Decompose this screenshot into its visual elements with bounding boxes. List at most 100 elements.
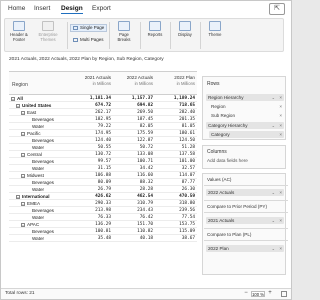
table-row[interactable]: – Pacific 174.95 175.59 180.61 [9,130,197,137]
column-header[interactable]: 2022 Actuals in Millions [113,75,153,86]
values-field-2022-plan[interactable]: 2022 Plan ⌄ × [206,245,284,252]
table-row[interactable]: Beverages 124.40 122.87 124.50 [9,137,197,144]
collapse-toggle-icon[interactable]: – [21,110,25,115]
collapse-toggle-icon[interactable]: – [21,201,25,206]
table-row[interactable]: – Midwest 106.88 116.60 114.07 [9,172,197,179]
rows-field-category-hierarchy[interactable]: Category Hierarchy ⌄ × [206,122,284,129]
rows-field-category[interactable]: Category × [209,131,284,138]
table-row[interactable]: – APAC 136.29 151.70 153.75 [9,221,197,228]
cell-value: 239.56 [179,208,195,213]
remove-icon[interactable]: × [279,122,282,129]
grid-body: – All 1,181.34 1,157.37 1,189.24– United Stat… [9,95,197,242]
collapse-toggle-icon[interactable]: – [21,152,25,157]
table-row[interactable]: – United States 674.72 694.82 718.65 [9,102,197,109]
display-label: Display [178,32,192,37]
cell-value: 26.79 [97,187,111,192]
columns-drop-hint[interactable]: Add data fields here [207,158,248,163]
multi-pages-button[interactable]: Multi Pages [70,36,107,44]
remove-icon[interactable]: × [279,189,282,196]
reports-button[interactable]: Reports [144,21,166,37]
chevron-down-icon[interactable]: ⌄ [272,189,275,196]
cell-value: 180.61 [179,131,195,136]
cell-value: 35.48 [97,236,111,241]
table-row[interactable]: Water 26.79 28.28 26.30 [9,186,197,193]
table-row[interactable]: – All 1,181.34 1,157.37 1,189.24 [9,95,197,102]
values-field-2022-actuals[interactable]: 2022 Actuals ⌄ × [206,189,284,196]
rows-field-sub-region[interactable]: Sub Region × [209,112,284,119]
values-field-2021-actuals[interactable]: 2021 Actuals ⌄ × [206,217,284,224]
cell-value: 100.71 [137,159,153,164]
table-row[interactable]: Water 50.55 50.72 51.28 [9,144,197,151]
remove-icon[interactable]: × [279,217,282,224]
cell-value: 32.57 [181,166,195,171]
column-header[interactable]: 2022 Plan in Millions [155,75,195,86]
chevron-down-icon[interactable]: ⌄ [272,94,275,101]
tab-design[interactable]: Design [61,5,83,14]
cell-value: 318.80 [179,201,195,206]
row-label: Beverages [32,208,54,213]
report-window: Home Insert Design Export ⇱ Header & Foo… [0,0,292,300]
row-label: Midwest [27,173,44,178]
table-row[interactable]: – East 262.17 269.50 282.40 [9,109,197,116]
chevron-down-icon[interactable]: ⌄ [272,245,275,252]
rows-field-region[interactable]: Region × [209,103,284,110]
table-row[interactable]: Water 35.48 40.18 38.67 [9,235,197,242]
remove-icon[interactable]: × [279,245,282,252]
tab-home[interactable]: Home [8,5,25,12]
compare-plan-title: Compare to Plan (PL) [207,232,252,237]
remove-icon[interactable]: × [279,103,282,110]
table-row[interactable]: – International 426.62 462.54 470.59 [9,193,197,200]
field-label: 2021 Actuals [208,218,235,223]
zoom-in-button[interactable]: + [267,290,273,297]
fit-page-icon[interactable] [281,291,287,297]
rows-field-region-hierarchy[interactable]: Region Hierarchy ⌄ × [206,94,284,101]
table-row[interactable]: Water 76.33 76.42 77.54 [9,214,197,221]
column-header[interactable]: 2021 Actuals in Millions [71,75,111,86]
table-row[interactable]: Water 31.15 34.42 32.57 [9,165,197,172]
collapse-toggle-icon[interactable]: – [21,131,25,136]
cell-value: 124.40 [95,138,111,143]
header-footer-button[interactable]: Header & Footer [8,21,30,42]
remove-icon[interactable]: × [279,112,282,119]
compare-prior-period-title: Compare to Prior Period (PY) [207,204,267,209]
ribbon-divider [170,22,171,49]
enterprise-themes-button[interactable]: Enterprise Themes [33,21,63,42]
chevron-down-icon[interactable]: ⌄ [272,217,275,224]
row-label: Beverages [32,180,54,185]
cell-value: 1,157.37 [131,96,153,101]
display-button[interactable]: Display [174,21,196,37]
cell-value: 137.58 [179,152,195,157]
divider [204,240,288,241]
tab-insert[interactable]: Insert [34,5,50,12]
zoom-level[interactable]: 100 % [251,291,265,297]
zoom-out-button[interactable]: − [243,290,249,297]
single-page-button[interactable]: Single Page [70,24,108,32]
table-row[interactable]: Beverages 80.09 88.32 87.77 [9,179,197,186]
table-row[interactable]: Water 79.22 82.05 81.05 [9,123,197,130]
collapse-toggle-icon[interactable]: – [21,173,25,178]
table-row[interactable]: Beverages 100.81 110.82 115.09 [9,228,197,235]
cell-value: 462.54 [137,194,153,199]
cell-value: 269.50 [137,110,153,115]
collapse-toggle-icon[interactable]: – [11,96,15,101]
collapse-toggle-icon[interactable]: – [21,222,25,227]
tab-export[interactable]: Export [92,5,111,12]
remove-icon[interactable]: × [279,131,282,138]
collapse-toggle-icon[interactable]: – [16,194,20,199]
rows-well-title: Rows [207,81,220,87]
table-row[interactable]: – EMEA 290.33 310.79 318.80 [9,200,197,207]
table-row[interactable]: Beverages 182.95 187.45 201.35 [9,116,197,123]
table-row[interactable]: Beverages 213.98 234.43 239.56 [9,207,197,214]
theme-button[interactable]: Theme [204,21,226,37]
page-breaks-button[interactable]: Page Breaks [113,21,135,42]
table-row[interactable]: Beverages 99.57 100.71 101.00 [9,158,197,165]
remove-icon[interactable]: × [279,94,282,101]
collapse-toggle-icon[interactable]: – [16,103,20,108]
open-external-button[interactable]: ⇱ [269,3,285,15]
cell-value: 114.07 [179,173,195,178]
row-label: United States [22,103,52,108]
field-label: Category Hierarchy [208,123,248,128]
chevron-down-icon[interactable]: ⌄ [272,122,275,129]
divider [204,185,288,186]
table-row[interactable]: – Central 130.72 133.08 137.58 [9,151,197,158]
